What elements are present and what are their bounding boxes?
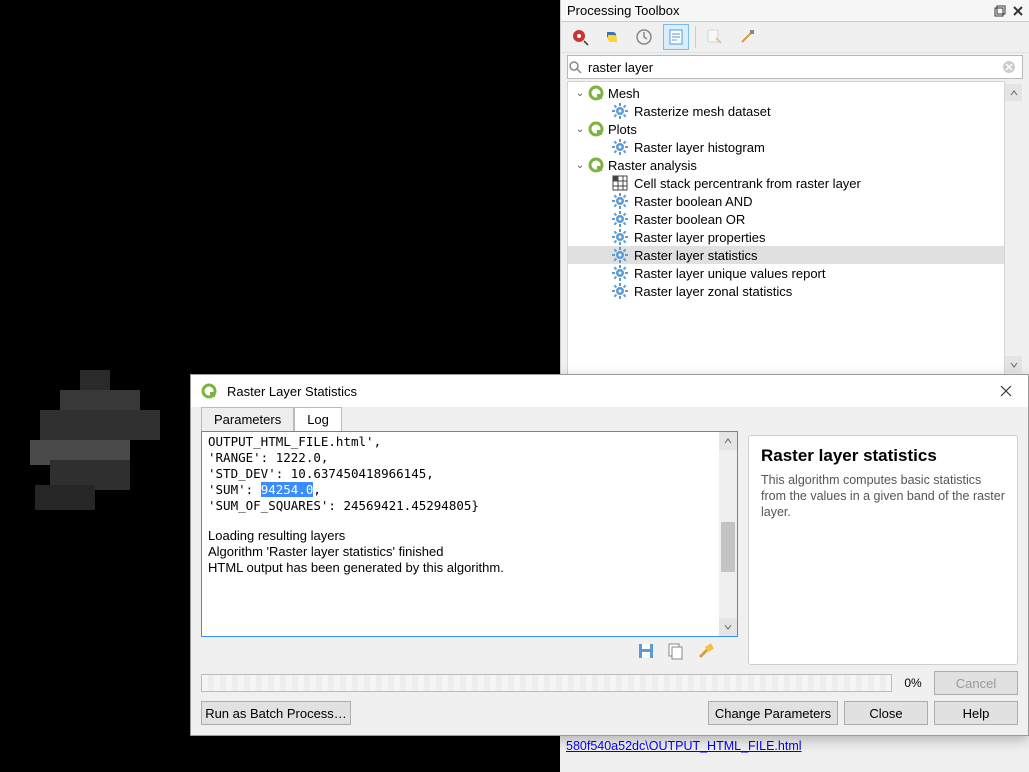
cog-icon: [612, 283, 628, 299]
qgis-icon: [588, 157, 604, 173]
algorithm-help-panel: Raster layer statistics This algorithm c…: [748, 435, 1018, 665]
scroll-thumb[interactable]: [721, 522, 735, 572]
tree-item-label: Raster layer properties: [634, 230, 766, 245]
help-title: Raster layer statistics: [761, 446, 1005, 466]
qgis-icon: [588, 85, 604, 101]
toolbox-titlebar: Processing Toolbox: [561, 0, 1029, 22]
cog-icon: [612, 103, 628, 119]
tree-item-label: Raster layer histogram: [634, 140, 765, 155]
scroll-down-icon[interactable]: [1005, 356, 1022, 373]
algorithm-tree[interactable]: ⌄ Mesh Rasterize mesh dataset ⌄ Plots Raster …: [567, 81, 1005, 376]
tree-group[interactable]: ⌄ Plots: [568, 120, 1004, 138]
toolbox-toolbar: [561, 22, 1029, 53]
tree-group-label: Plots: [608, 122, 637, 137]
python-icon[interactable]: [599, 24, 625, 50]
highlighted-value: 94254.0: [261, 482, 314, 497]
clear-search-icon[interactable]: [1002, 60, 1022, 74]
copy-log-icon[interactable]: [666, 641, 688, 663]
dialog-titlebar[interactable]: Raster Layer Statistics: [191, 375, 1028, 407]
tab-log[interactable]: Log: [294, 407, 342, 431]
chevron-down-icon: ⌄: [572, 160, 588, 171]
log-actions: [201, 637, 738, 665]
log-scrollbar[interactable]: [719, 432, 737, 636]
output-file-link[interactable]: 580f540a52dc\OUTPUT_HTML_FILE.html: [566, 739, 1023, 753]
tree-item[interactable]: Raster boolean OR: [568, 210, 1004, 228]
cog-icon: [612, 247, 628, 263]
tree-scrollbar[interactable]: [1005, 84, 1022, 373]
clear-log-icon[interactable]: [696, 641, 718, 663]
tree-group-label: Mesh: [608, 86, 640, 101]
log-line: OUTPUT_HTML_FILE.html',: [208, 434, 731, 450]
tree-item-label: Raster boolean AND: [634, 194, 753, 209]
tree-item[interactable]: Raster layer histogram: [568, 138, 1004, 156]
tree-item-label: Raster boolean OR: [634, 212, 745, 227]
log-line: 'RANGE': 1222.0,: [208, 450, 731, 466]
cog-icon: [612, 211, 628, 227]
log-line: Loading resulting layers: [208, 528, 731, 544]
scroll-down-icon[interactable]: [719, 618, 737, 636]
tree-item[interactable]: Raster layer zonal statistics: [568, 282, 1004, 300]
tree-item-label: Raster layer zonal statistics: [634, 284, 792, 299]
help-body: This algorithm computes basic statistics…: [761, 472, 1005, 520]
undock-icon[interactable]: [991, 2, 1009, 20]
map-preview-blob: [20, 360, 190, 530]
chevron-down-icon: ⌄: [572, 88, 588, 99]
tab-parameters[interactable]: Parameters: [201, 407, 294, 431]
edit-model-icon[interactable]: [702, 24, 728, 50]
progress-pct: 0%: [900, 676, 926, 690]
search-input[interactable]: [588, 57, 1002, 77]
processing-toolbox-panel: Processing Toolbox: [560, 0, 1029, 376]
save-log-icon[interactable]: [636, 641, 658, 663]
log-line: Algorithm 'Raster layer statistics' fini…: [208, 544, 731, 560]
tree-item[interactable]: Raster layer properties: [568, 228, 1004, 246]
results-icon[interactable]: [663, 24, 689, 50]
tree-item-label: Rasterize mesh dataset: [634, 104, 771, 119]
log-line: 'SUM': 94254.0,: [208, 482, 731, 498]
tree-item-label: Cell stack percentrank from raster layer: [634, 176, 861, 191]
tree-group[interactable]: ⌄ Mesh: [568, 84, 1004, 102]
grid-icon: [612, 175, 628, 191]
cog-red-icon[interactable]: [567, 24, 593, 50]
scroll-up-icon[interactable]: [719, 432, 737, 450]
log-line: 'SUM_OF_SQUARES': 24569421.45294805}: [208, 498, 731, 514]
tree-item[interactable]: Raster layer statistics: [568, 246, 1004, 264]
chevron-down-icon: ⌄: [572, 124, 588, 135]
log-line: 'STD_DEV': 10.637450418966145,: [208, 466, 731, 482]
tree-group[interactable]: ⌄ Raster analysis: [568, 156, 1004, 174]
dialog-tabs: Parameters Log: [201, 407, 738, 431]
history-icon[interactable]: [631, 24, 657, 50]
qgis-icon: [588, 121, 604, 137]
cog-icon: [612, 229, 628, 245]
options-icon[interactable]: [734, 24, 760, 50]
help-button[interactable]: Help: [934, 701, 1018, 725]
close-panel-icon[interactable]: [1009, 2, 1027, 20]
search-icon: [568, 60, 588, 74]
tree-item-label: Raster layer unique values report: [634, 266, 826, 281]
progress-bar: [201, 674, 892, 692]
cancel-button[interactable]: Cancel: [934, 671, 1018, 695]
close-button[interactable]: Close: [844, 701, 928, 725]
cog-icon: [612, 139, 628, 155]
tree-item[interactable]: Raster boolean AND: [568, 192, 1004, 210]
cog-icon: [612, 265, 628, 281]
dialog-title: Raster Layer Statistics: [227, 384, 357, 399]
toolbox-search: [567, 55, 1023, 79]
raster-layer-statistics-dialog: Raster Layer Statistics Parameters Log O…: [190, 374, 1029, 736]
tree-item[interactable]: Raster layer unique values report: [568, 264, 1004, 282]
qgis-icon: [201, 383, 217, 399]
log-output[interactable]: OUTPUT_HTML_FILE.html','RANGE': 1222.0,'…: [201, 431, 738, 637]
tree-group-label: Raster analysis: [608, 158, 697, 173]
tree-item-label: Raster layer statistics: [634, 248, 758, 263]
change-parameters-button[interactable]: Change Parameters: [708, 701, 838, 725]
tree-item[interactable]: Cell stack percentrank from raster layer: [568, 174, 1004, 192]
run-batch-button[interactable]: Run as Batch Process…: [201, 701, 351, 725]
tree-item[interactable]: Rasterize mesh dataset: [568, 102, 1004, 120]
close-icon[interactable]: [990, 378, 1022, 404]
toolbox-title: Processing Toolbox: [567, 3, 680, 18]
log-line: HTML output has been generated by this a…: [208, 560, 731, 576]
progress-row: 0% Cancel: [191, 671, 1028, 701]
scroll-up-icon[interactable]: [1005, 84, 1022, 101]
cog-icon: [612, 193, 628, 209]
